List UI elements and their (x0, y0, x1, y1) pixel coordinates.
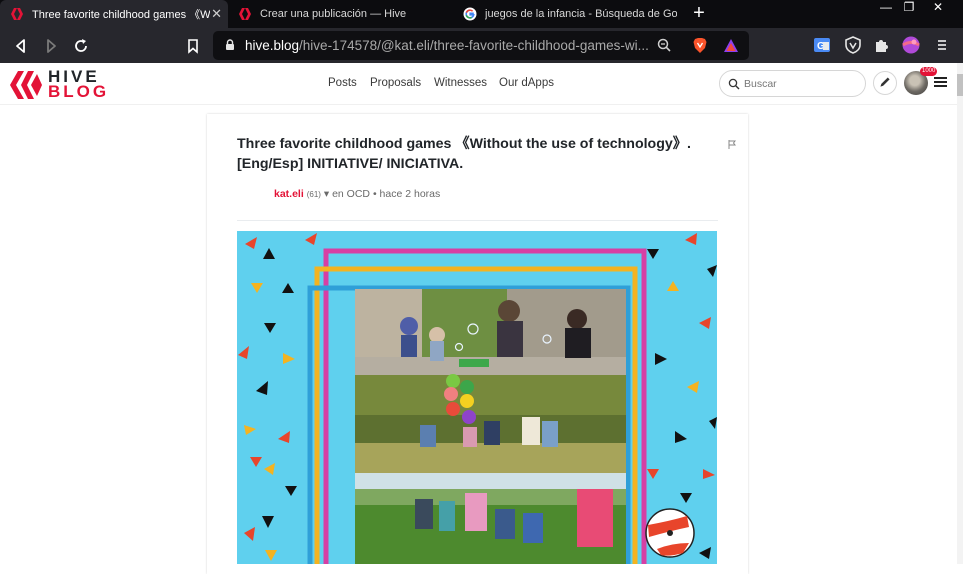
url-text: hive.blog/hive-174578/@kat.eli/three-fav… (245, 38, 650, 53)
pencil-icon (880, 77, 890, 87)
photo-kids-field (355, 473, 626, 564)
tab-google-search[interactable]: juegos de la infancia - Búsqueda de Goog (453, 0, 678, 28)
tab-title: juegos de la infancia - Búsqueda de Goog (485, 8, 677, 20)
lock-icon (226, 39, 234, 50)
restore-window-button[interactable]: ❐ (895, 0, 923, 16)
scrollbar-thumb[interactable] (957, 74, 963, 96)
author-dropdown-icon[interactable]: ▾ (324, 188, 329, 200)
community-prefix: en (332, 188, 344, 200)
photo-kids-balloons (355, 374, 626, 473)
hamburger-menu-icon[interactable] (934, 76, 947, 88)
browser-toolbar: hive.blog/hive-174578/@kat.eli/three-fav… (0, 28, 963, 63)
nav-our-dapps[interactable]: Our dApps (499, 77, 554, 89)
search-box[interactable] (719, 70, 866, 97)
community-link[interactable]: OCD (347, 188, 370, 200)
url-path: /hive-174578/@kat.eli/three-favorite-chi… (299, 38, 649, 53)
post-meta: kat.eli (61) ▾ en OCD • hace 2 horas (274, 188, 440, 200)
meta-separator: • (372, 188, 377, 200)
close-window-button[interactable]: ✕ (920, 0, 956, 16)
brave-rewards-icon[interactable] (723, 38, 739, 53)
hive-logo-text[interactable]: HIVE BLOG (48, 68, 110, 101)
flag-icon[interactable] (728, 140, 736, 149)
new-tab-button[interactable]: + (690, 3, 708, 23)
notification-badge: 1000 (920, 67, 938, 76)
vpn-extension-icon[interactable] (844, 36, 862, 54)
post-title: Three favorite childhood games 《Without … (237, 136, 691, 172)
translate-extension-icon[interactable]: G (813, 36, 831, 54)
bookmark-icon[interactable] (183, 36, 203, 56)
browser-menu-icon[interactable] (933, 36, 951, 54)
nav-posts[interactable]: Posts (328, 77, 357, 89)
hive-favicon-icon (11, 8, 23, 20)
photo-kids-bubbles (355, 289, 626, 375)
url-host: hive.blog (245, 38, 300, 53)
logo-line-blog: BLOG (48, 82, 110, 101)
browser-tab-strip: Three favorite childhood games 《Wit ✕ Cr… (0, 0, 963, 28)
address-bar[interactable]: hive.blog/hive-174578/@kat.eli/three-fav… (213, 31, 749, 60)
tab-crear-publicacion[interactable]: Crear una publicación — Hive (228, 0, 453, 28)
search-icon (728, 78, 740, 90)
tab-three-favorite-childhood-games[interactable]: Three favorite childhood games 《Wit ✕ (0, 0, 228, 28)
brave-shields-icon[interactable] (692, 37, 708, 54)
google-favicon-icon (463, 7, 477, 21)
page-scrollbar[interactable] (957, 63, 963, 564)
hive-favicon-icon (239, 8, 251, 20)
back-icon[interactable] (11, 36, 31, 56)
tab-title: Three favorite childhood games 《Wit (32, 9, 210, 21)
forward-icon[interactable] (41, 36, 61, 56)
post-author[interactable]: kat.eli (274, 188, 304, 200)
beach-ball-decoration (645, 508, 695, 558)
profile-avatar-icon[interactable] (902, 36, 920, 54)
reload-icon[interactable] (71, 36, 91, 56)
close-tab-icon[interactable]: ✕ (211, 7, 222, 21)
hive-logo-icon[interactable] (10, 70, 42, 100)
search-input[interactable] (744, 76, 859, 92)
nav-proposals[interactable]: Proposals (370, 77, 421, 89)
author-reputation: (61) (306, 190, 321, 199)
tab-title: Crear una publicación — Hive (260, 8, 407, 20)
extensions-puzzle-icon[interactable] (873, 36, 891, 54)
hive-header: HIVE BLOG Posts Proposals Witnesses Our … (0, 63, 957, 105)
zoom-icon[interactable] (656, 37, 672, 53)
nav-witnesses[interactable]: Witnesses (434, 77, 487, 89)
post-time: hace 2 horas (379, 188, 441, 200)
divider (237, 220, 718, 221)
write-post-button[interactable] (873, 71, 897, 95)
collage-illustration (238, 233, 717, 564)
post-image (237, 231, 717, 564)
